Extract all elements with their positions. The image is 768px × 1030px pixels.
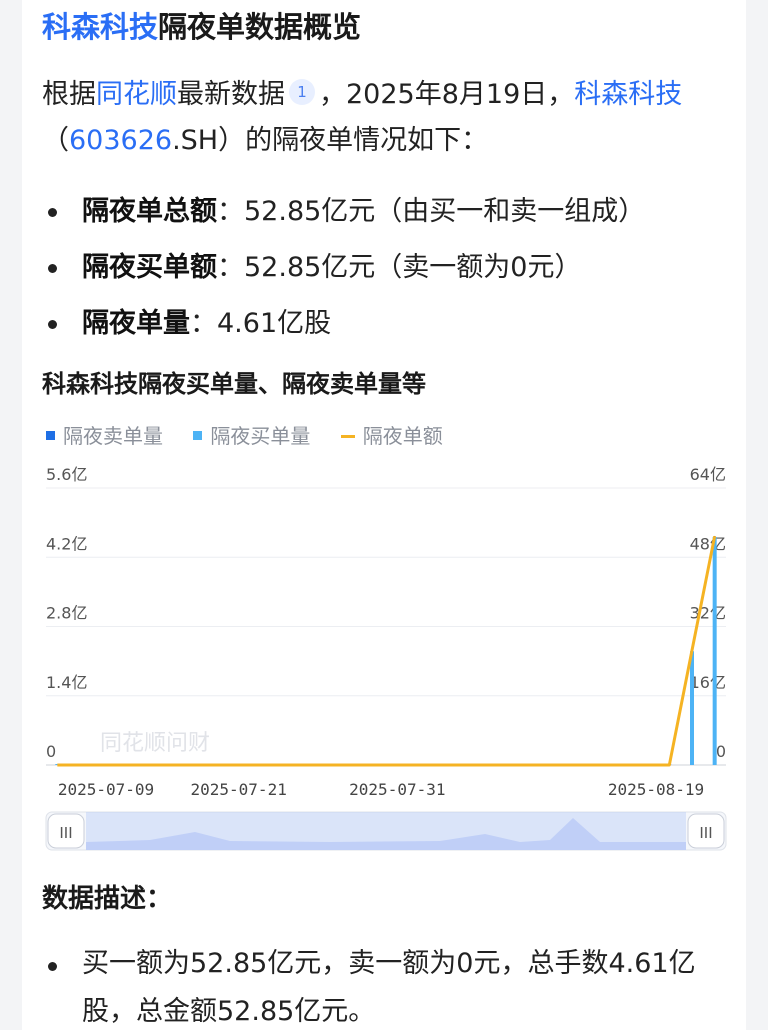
fact-label: 隔夜买单额 bbox=[82, 252, 217, 283]
fact-value: ：4.61亿股 bbox=[190, 308, 332, 339]
y-left-tick-label: 0 bbox=[46, 742, 56, 761]
source-link[interactable]: 同花顺 bbox=[96, 79, 177, 110]
description-list: 买一额为52.85亿元，卖一额为0元，总手数4.61亿股，总金额52.85亿元。 bbox=[42, 940, 732, 1030]
overnight-chart: 0 0 1.4亿 16亿 2.8亿 32亿 4.2亿 48亿 5.6亿 64亿同花顺问财 2025-… bbox=[45, 465, 727, 851]
x-tick-label: 2025-07-09 bbox=[58, 780, 154, 799]
y-left-tick-label: 2.8亿 bbox=[46, 604, 87, 623]
intro-text-5: .SH）的隔夜单情况如下： bbox=[172, 125, 489, 156]
description-title: 数据描述： bbox=[42, 884, 173, 914]
page: 科森科技隔夜单数据概览 根据同花顺最新数据 1 ，2025年8月19日，科森科技（6… bbox=[0, 0, 768, 1030]
legend-swatch bbox=[193, 431, 203, 440]
y-left-tick-label: 1.4亿 bbox=[46, 673, 87, 692]
fact-value: ：52.85亿元（卖一额为0元） bbox=[217, 252, 582, 283]
legend-label: 隔夜买单量 bbox=[210, 424, 311, 448]
legend-item-buy-volume[interactable]: 隔夜买单量 bbox=[193, 420, 310, 449]
intro-text-2: 最新数据 bbox=[177, 79, 285, 110]
zoom-slider-window bbox=[86, 812, 686, 850]
zoom-handle-left-grip: III bbox=[59, 824, 72, 842]
y-right-tick-label: 48亿 bbox=[690, 534, 726, 553]
fact-label: 隔夜单量 bbox=[82, 308, 190, 339]
watermark-text: 同花顺问财 bbox=[100, 731, 210, 756]
facts-list: 隔夜单总额：52.85亿元（由买一和卖一组成） 隔夜买单额：52.85亿元（卖一… bbox=[42, 184, 645, 352]
y-left-tick-label: 4.2亿 bbox=[46, 534, 87, 553]
y-right-tick-label: 64亿 bbox=[690, 465, 726, 484]
description-item: 买一额为52.85亿元，卖一额为0元，总手数4.61亿股，总金额52.85亿元。 bbox=[42, 940, 732, 1030]
fact-item: 隔夜单量：4.61亿股 bbox=[42, 296, 645, 352]
y-right-tick-label: 0 bbox=[716, 742, 726, 761]
stock-code-link[interactable]: 603626 bbox=[69, 125, 172, 156]
bar bbox=[690, 651, 694, 765]
title-rest: 隔夜单数据概览 bbox=[158, 10, 362, 44]
company-link[interactable]: 科森科技 bbox=[574, 79, 682, 110]
x-tick-label: 2025-08-19 bbox=[608, 780, 704, 799]
fact-label: 隔夜单总额 bbox=[82, 196, 217, 227]
intro-text-3: ，2025年8月19日， bbox=[319, 79, 575, 110]
intro-text-4: （ bbox=[42, 125, 69, 156]
intro-paragraph: 根据同花顺最新数据 1 ，2025年8月19日，科森科技 （603626.SH）的隔夜… bbox=[42, 72, 722, 164]
fact-value: ：52.85亿元（由买一和卖一组成） bbox=[217, 196, 646, 227]
y-right-tick-label: 16亿 bbox=[690, 673, 726, 692]
legend-swatch bbox=[46, 431, 55, 440]
reference-badge[interactable]: 1 bbox=[289, 79, 315, 105]
page-title: 科森科技隔夜单数据概览 bbox=[42, 8, 361, 46]
chart-legend: 隔夜卖单量 隔夜买单量 隔夜单额 bbox=[46, 420, 467, 449]
chart-title: 科森科技隔夜买单量、隔夜卖单量等 bbox=[42, 370, 426, 398]
x-tick-label: 2025-07-21 bbox=[191, 780, 287, 799]
fact-item: 隔夜买单额：52.85亿元（卖一额为0元） bbox=[42, 240, 645, 296]
x-tick-label: 2025-07-31 bbox=[349, 780, 445, 799]
title-company-link[interactable]: 科森科技 bbox=[42, 10, 158, 44]
zoom-handle-right-grip: III bbox=[699, 824, 712, 842]
y-left-tick-label: 5.6亿 bbox=[46, 465, 87, 484]
legend-label: 隔夜卖单量 bbox=[63, 424, 163, 448]
legend-item-sell-volume[interactable]: 隔夜卖单量 bbox=[46, 420, 163, 449]
legend-label: 隔夜单额 bbox=[362, 424, 443, 448]
y-right-tick-label: 32亿 bbox=[690, 604, 726, 623]
legend-swatch bbox=[340, 435, 355, 438]
legend-item-amount[interactable]: 隔夜单额 bbox=[340, 420, 443, 449]
intro-text-1: 根据 bbox=[42, 79, 96, 110]
bar bbox=[712, 536, 717, 765]
fact-item: 隔夜单总额：52.85亿元（由买一和卖一组成） bbox=[42, 184, 645, 240]
